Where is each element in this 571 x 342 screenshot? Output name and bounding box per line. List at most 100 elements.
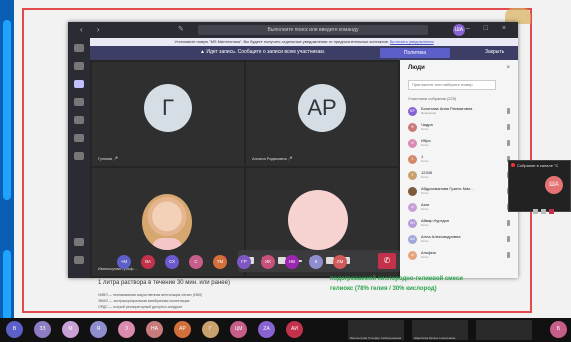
participant-avatar: И xyxy=(408,139,417,148)
accent-pill xyxy=(3,20,11,200)
participant-bubbles: +M ВА СХ С ТМ ГР ИК НВ К ЛМ xyxy=(117,255,417,269)
participant-bubble[interactable]: ТМ xyxy=(213,255,227,269)
participant-bubble[interactable]: К xyxy=(309,255,323,269)
slide-text: гелиокс (78% гелия / 30% кислород) xyxy=(330,286,437,292)
slide-footnote: ЭКМО — экстракорпоральная мембранная окс… xyxy=(98,299,190,303)
participant-row[interactable]: АА Алла Александровна Гость xyxy=(408,234,512,245)
video-tile[interactable]: АР Алсина Радиковна 🎤 xyxy=(246,62,398,166)
strip-avatar[interactable]: З xyxy=(118,321,135,338)
close-banner-button[interactable]: Закрыть xyxy=(485,49,504,55)
participant-role: Инициатор xyxy=(421,111,437,115)
participant-name: Алсина Радиковна 🎤 xyxy=(252,156,293,161)
title-bar: ‹ › ✎ Выполните поиск или введите команд… xyxy=(68,22,518,38)
participant-row[interactable]: 1 12345 Гость xyxy=(408,170,512,181)
participant-role: Гость xyxy=(421,175,429,179)
mic-icon xyxy=(507,124,510,130)
slide-text: подогреваемой кислородно-гелиевой смеси xyxy=(330,276,463,282)
participant-avatar: Ф xyxy=(408,123,417,132)
mini-meeting-window[interactable]: Собрание в канале "С ША xyxy=(508,160,571,214)
strip-avatar[interactable]: Г xyxy=(202,321,219,338)
camera-icon[interactable] xyxy=(533,209,538,214)
help-icon[interactable] xyxy=(74,256,84,264)
app-rail xyxy=(68,38,90,278)
notice-link[interactable]: Включить уведомления xyxy=(390,39,434,44)
participant-role: Гость xyxy=(421,207,429,211)
mic-icon xyxy=(507,140,510,146)
left-accent-bar xyxy=(0,0,14,342)
compose-icon[interactable]: ✎ xyxy=(178,25,184,33)
teams-window: ‹ › ✎ Выполните поиск или введите команд… xyxy=(68,22,518,278)
participant-bubble[interactable]: С xyxy=(189,255,203,269)
participant-role: Гость xyxy=(421,143,429,147)
participants-section[interactable]: Участники собрания (229) xyxy=(408,96,456,101)
assignments-icon[interactable] xyxy=(74,98,84,106)
strip-avatar[interactable]: АИ xyxy=(286,321,303,338)
profile-avatar[interactable]: ША xyxy=(453,24,465,36)
participant-role: Гость xyxy=(421,127,429,131)
participant-avatar: Г xyxy=(144,84,192,132)
mic-icon[interactable] xyxy=(541,209,546,214)
notice-text: Установите новую "MS Минтехника". Вы буд… xyxy=(174,39,389,44)
strip-camera-tile[interactable]: Имильсуова Гульфир Сабирьяновна xyxy=(348,320,404,340)
apps-icon[interactable] xyxy=(74,238,84,246)
strip-avatar[interactable]: М xyxy=(62,321,79,338)
accent-pill xyxy=(3,250,11,320)
participant-avatar: АА xyxy=(408,235,417,244)
participant-row[interactable]: 1 1 Гость xyxy=(408,154,512,165)
mini-title: Собрание в канале "С xyxy=(511,163,558,168)
chat-icon[interactable] xyxy=(74,62,84,70)
strip-avatar[interactable]: В xyxy=(6,321,23,338)
participant-avatar xyxy=(408,187,417,196)
strip-avatar[interactable]: ЗЗ xyxy=(34,321,51,338)
participant-bubble[interactable]: ЛМ xyxy=(333,255,347,269)
participant-avatar: АН xyxy=(408,219,417,228)
participant-row[interactable]: АН Айвар Нуртдин Гость xyxy=(408,218,512,229)
participant-row[interactable]: Ф Чадра Гость xyxy=(408,122,512,133)
participant-name: Гулюми 🎤 xyxy=(98,156,119,161)
invite-input[interactable]: Пригласите или наберите номер xyxy=(408,80,496,90)
close-panel-icon[interactable]: × xyxy=(506,65,510,71)
strip-avatar[interactable]: Б xyxy=(550,321,567,338)
participant-avatar: А xyxy=(408,203,417,212)
strip-avatar[interactable]: ZA xyxy=(258,321,275,338)
calendar-icon[interactable] xyxy=(74,116,84,124)
slide-footnote: ОРДС — острый респираторный дистресс-син… xyxy=(98,305,182,309)
participant-bubble[interactable]: ГР xyxy=(237,255,251,269)
teams-icon[interactable] xyxy=(74,80,84,88)
people-title: Люди xyxy=(408,65,425,71)
mic-icon xyxy=(507,220,510,226)
slide-text: 1 литра раствора в течение 30 мин. или р… xyxy=(98,280,230,286)
participant-bubble[interactable]: +M xyxy=(117,255,131,269)
participant-bubble[interactable]: ИК xyxy=(261,255,275,269)
participant-row[interactable]: Абдрахманова Гузель Мах... Гость xyxy=(408,186,512,197)
participant-row[interactable]: А Азат Гость xyxy=(408,202,512,213)
participant-bubble[interactable]: НВ xyxy=(285,255,299,269)
calls-icon[interactable] xyxy=(74,134,84,142)
strip-avatar[interactable]: ЦМ xyxy=(230,321,247,338)
hang-up-icon[interactable] xyxy=(549,209,554,214)
participant-avatar: 1 xyxy=(408,171,417,180)
participant-role: Гость xyxy=(421,223,429,227)
strip-avatar[interactable]: АР xyxy=(174,321,191,338)
participant-avatar xyxy=(288,190,348,250)
mini-avatar: ША xyxy=(545,176,563,194)
nav-arrows-icon[interactable]: ‹ › xyxy=(80,25,106,34)
video-tile[interactable]: Г Гулюми 🎤 xyxy=(92,62,244,166)
participant-bubble[interactable]: ВА xyxy=(141,255,155,269)
window-controls[interactable]: – □ × xyxy=(466,25,512,32)
strip-camera-tile[interactable] xyxy=(476,320,532,340)
strip-avatar[interactable]: Я xyxy=(90,321,107,338)
strip-camera-tile[interactable]: Шарипова Ирина Алексеевна xyxy=(412,320,468,340)
participant-row[interactable]: А Альфия Гость xyxy=(408,250,512,261)
strip-avatar[interactable]: НА xyxy=(146,321,163,338)
activity-icon[interactable] xyxy=(74,44,84,52)
participant-avatar: 1 xyxy=(408,155,417,164)
bottom-participant-strip: В ЗЗ М Я З НА АР Г ЦМ ZA АИ Имильсуова Гульфир Саби… xyxy=(0,318,571,342)
recording-text: ▲ Идет запись. Сообщите о записи всем уч… xyxy=(200,49,326,55)
search-input[interactable]: Выполните поиск или введите команду xyxy=(198,25,428,35)
files-icon[interactable] xyxy=(74,152,84,160)
participant-row[interactable]: БР Болитова Ания Рахматовна Инициатор xyxy=(408,106,512,117)
participant-bubble[interactable]: СХ xyxy=(165,255,179,269)
participant-row[interactable]: И Ибря Гость xyxy=(408,138,512,149)
privacy-button[interactable]: Политика конфиденциальности xyxy=(380,48,450,66)
